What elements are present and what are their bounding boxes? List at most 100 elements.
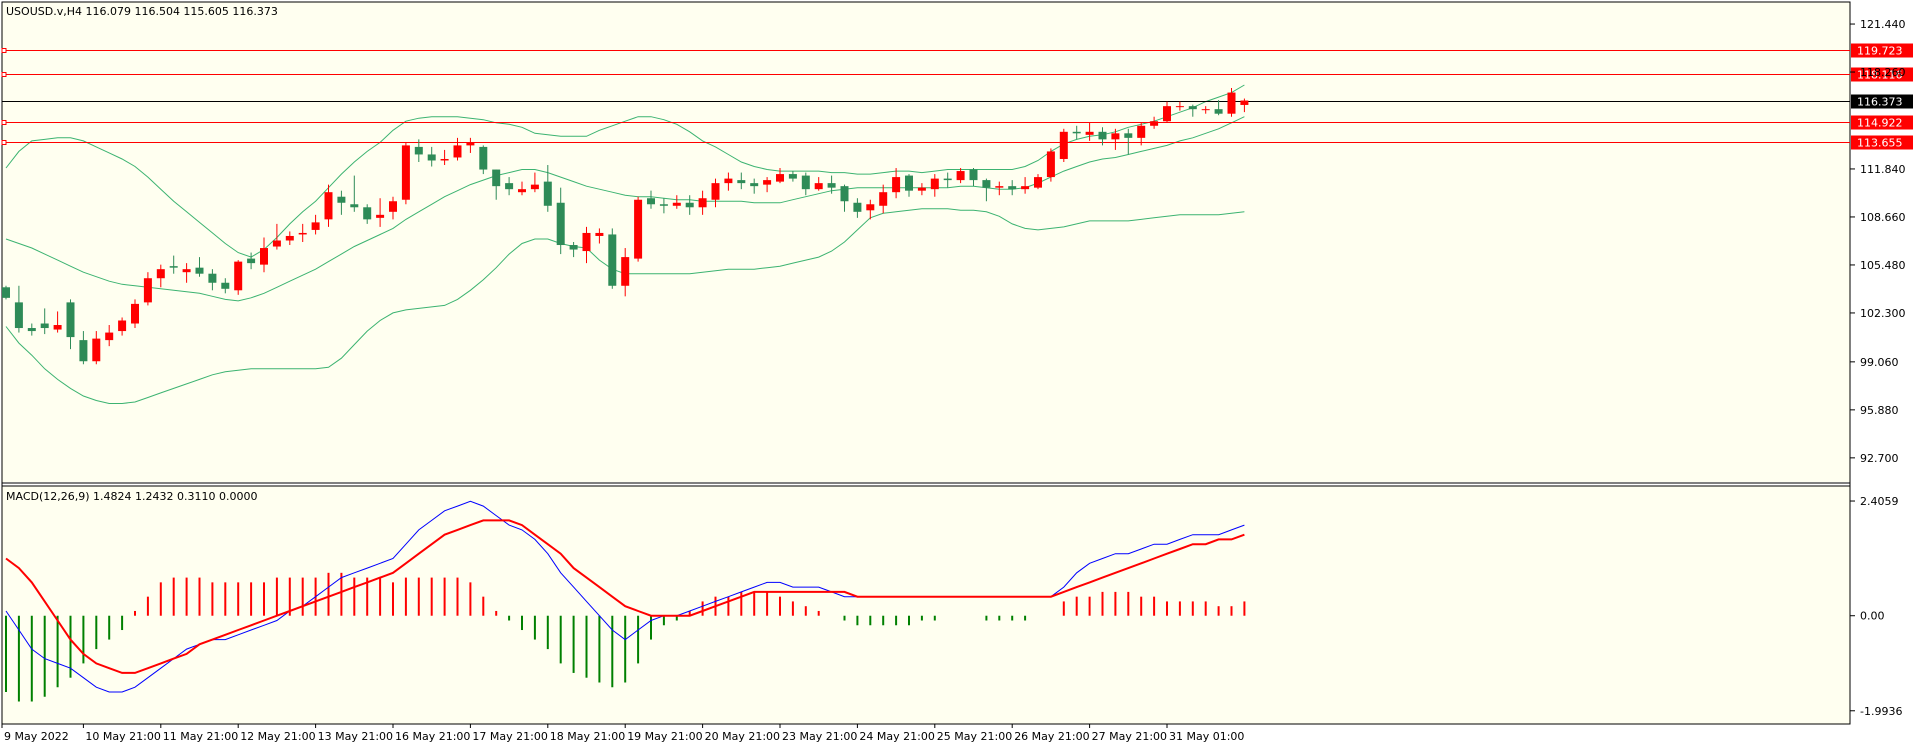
candle-body [79, 340, 88, 362]
price-axis: 121.440 118.260 111.840 108.660 105.480 102.3… [1850, 18, 1906, 465]
candle-body [750, 183, 759, 187]
candle-body [698, 198, 707, 208]
candle-body [453, 145, 462, 158]
level-price-label: 114.922 [1857, 117, 1903, 130]
candle-body [530, 184, 539, 190]
candle-body [182, 269, 191, 273]
candle-body [1227, 92, 1236, 114]
candle-body [131, 303, 139, 324]
candle-body [14, 302, 23, 329]
candle-body [376, 214, 385, 218]
price-axis-label: 118.260 [1860, 66, 1906, 79]
candle-body [853, 202, 862, 212]
level-price-label: 113.655 [1857, 137, 1903, 150]
candle-body [1098, 131, 1107, 140]
candle-body [195, 267, 204, 274]
candle-body [1046, 151, 1055, 178]
candle-body [1059, 131, 1068, 159]
candle-body [685, 202, 694, 208]
price-axis-label: 121.440 [1860, 18, 1906, 31]
candle-body [1188, 106, 1197, 110]
candle-body [492, 169, 501, 187]
candle-body [1021, 186, 1030, 190]
candle-body [221, 282, 230, 289]
candle-body [234, 261, 243, 291]
candle-body [763, 180, 772, 185]
time-axis-label: 23 May 21:00 [782, 730, 857, 743]
candle-body [1124, 133, 1133, 138]
candle-body [479, 146, 488, 170]
time-axis-label: 24 May 21:00 [859, 730, 934, 743]
level-anchor-handle [1, 72, 7, 77]
candle-body [943, 178, 952, 181]
candle-body [930, 178, 939, 190]
candle-body [311, 222, 320, 230]
candle-body [389, 201, 397, 212]
macd-axis-label: -1.9936 [1860, 705, 1902, 718]
level-anchor-handle [1, 120, 7, 125]
candle-body [737, 180, 746, 184]
price-axis-label: 105.480 [1860, 259, 1906, 272]
candle-body [350, 204, 359, 208]
candle-body [582, 232, 591, 252]
trading-chart-window: 119.723 118.116 114.922 113.655 116.373 121.… [0, 0, 1916, 747]
candle-body [879, 192, 888, 206]
candle-body [608, 234, 617, 286]
candle-body [247, 258, 256, 264]
level-price-label: 119.723 [1857, 45, 1903, 58]
time-axis-label: 17 May 21:00 [472, 730, 547, 743]
price-axis-label: 108.660 [1860, 211, 1906, 224]
macd-axis-label: 0.00 [1860, 610, 1885, 623]
time-axis-label: 20 May 21:00 [705, 730, 780, 743]
time-axis-label: 13 May 21:00 [318, 730, 393, 743]
price-axis-label: 111.840 [1860, 163, 1906, 176]
macd-pane-background [2, 486, 1850, 724]
candle-body [427, 154, 436, 161]
candle-body [298, 232, 307, 235]
candle-body [1175, 106, 1184, 108]
time-axis-label: 19 May 21:00 [627, 730, 702, 743]
candle-body [995, 186, 1004, 188]
candle-body [466, 142, 475, 146]
level-anchor-handle [1, 140, 7, 145]
current-price-label: 116.373 [1857, 96, 1903, 109]
candle-body [595, 232, 604, 236]
candle-body [1034, 177, 1042, 188]
candle-body [1214, 109, 1223, 114]
price-axis-label: 95.880 [1860, 404, 1899, 417]
candle-body [724, 178, 733, 184]
price-axis-label: 102.300 [1860, 307, 1906, 320]
candle-body [92, 338, 101, 362]
candle-body [363, 207, 372, 220]
time-axis-label: 26 May 21:00 [1014, 730, 1089, 743]
candle-body [1163, 106, 1171, 122]
time-axis-label: 25 May 21:00 [937, 730, 1012, 743]
candle-body [956, 171, 965, 181]
candle-body [556, 202, 565, 246]
candle-body [672, 202, 681, 206]
chart-canvas[interactable]: 119.723118.116114.922113.655116.373 121.… [0, 0, 1916, 747]
candle-body [1085, 131, 1094, 135]
time-axis: 9 May 2022 10 May 21:00 11 May 21:00 12 May… [1, 724, 1244, 743]
candle-body [40, 323, 49, 329]
candle-body [892, 177, 901, 193]
candle-body [917, 187, 926, 191]
candle-body [569, 245, 578, 250]
candle-body [337, 196, 346, 203]
time-axis-label: 16 May 21:00 [395, 730, 470, 743]
candle-body [1072, 131, 1081, 134]
candle-body [1137, 125, 1146, 138]
time-axis-label: 31 May 01:00 [1169, 730, 1244, 743]
candle-body [324, 192, 333, 220]
candle-body [505, 183, 514, 190]
candle-body [2, 287, 10, 298]
candle-body [711, 183, 720, 200]
candle-body [1111, 133, 1120, 140]
candle-body [66, 302, 75, 338]
candle-body [208, 273, 217, 283]
price-axis-label: 92.700 [1860, 452, 1899, 465]
candle-body [285, 235, 294, 241]
candle-body [169, 266, 178, 268]
candle-body [1008, 186, 1017, 190]
time-axis-label: 9 May 2022 [4, 730, 69, 743]
